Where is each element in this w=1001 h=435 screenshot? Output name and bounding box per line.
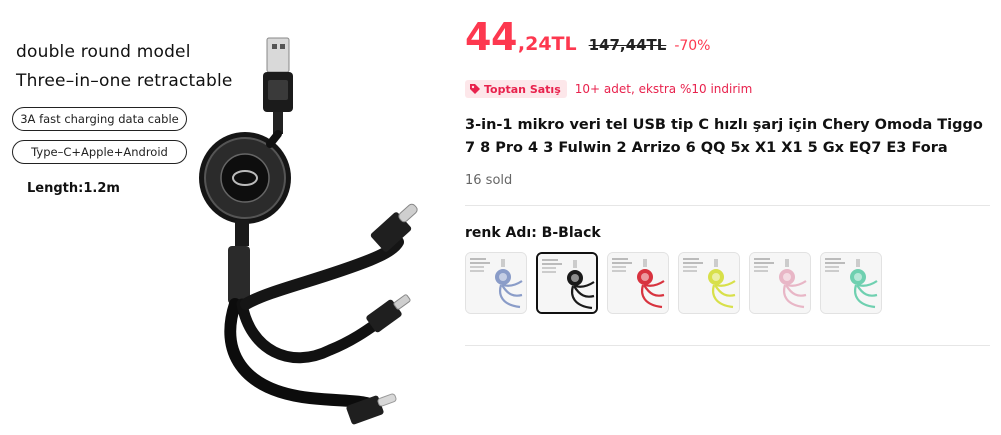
image-caption-model: double round model <box>16 42 191 62</box>
wholesale-promo: Toptan Satış 10+ adet, ekstra %10 indiri… <box>465 80 752 98</box>
swatch-thumbnail <box>608 253 668 313</box>
discount-percent: -70% <box>674 38 711 54</box>
product-main-image[interactable]: double round model Three–in–one retracta… <box>0 0 446 435</box>
wholesale-badge: Toptan Satış <box>465 80 567 98</box>
product-info-panel: 44 ,24TL 147,44TL -70% Toptan Satış 10+ … <box>465 0 990 435</box>
divider <box>465 205 990 206</box>
swatch-thumbnail <box>466 253 526 313</box>
swatch-thumbnail <box>750 253 810 313</box>
color-label: renk Adı: B-Black <box>465 225 601 241</box>
wholesale-badge-label: Toptan Satış <box>484 82 561 96</box>
original-price: 147,44TL <box>588 36 667 54</box>
wholesale-offer-text: 10+ adet, ekstra %10 indirim <box>574 82 753 96</box>
divider <box>465 345 990 346</box>
current-price-decimal: ,24TL <box>517 33 577 55</box>
tag-icon <box>470 84 480 94</box>
color-swatch[interactable] <box>465 252 527 314</box>
current-price-integer: 44 <box>465 15 517 59</box>
swatch-thumbnail <box>821 253 881 313</box>
image-pill-charging: 3A fast charging data cable <box>12 107 187 131</box>
color-swatch-list <box>465 252 882 314</box>
color-swatch[interactable] <box>749 252 811 314</box>
sold-count: 16 sold <box>465 173 513 188</box>
swatch-thumbnail <box>679 253 739 313</box>
color-swatch[interactable] <box>607 252 669 314</box>
image-pill-connectors: Type–C+Apple+Android <box>12 140 187 164</box>
image-caption-length: Length:1.2m <box>27 181 120 196</box>
swatch-thumbnail <box>538 254 596 312</box>
product-title: 3-in-1 mikro veri tel USB tip C hızlı şa… <box>465 117 983 156</box>
color-swatch[interactable] <box>678 252 740 314</box>
retractable-cable-illustration <box>199 37 418 425</box>
price-block: 44 ,24TL 147,44TL -70% <box>465 18 710 56</box>
color-swatch[interactable] <box>536 252 598 314</box>
color-swatch[interactable] <box>820 252 882 314</box>
